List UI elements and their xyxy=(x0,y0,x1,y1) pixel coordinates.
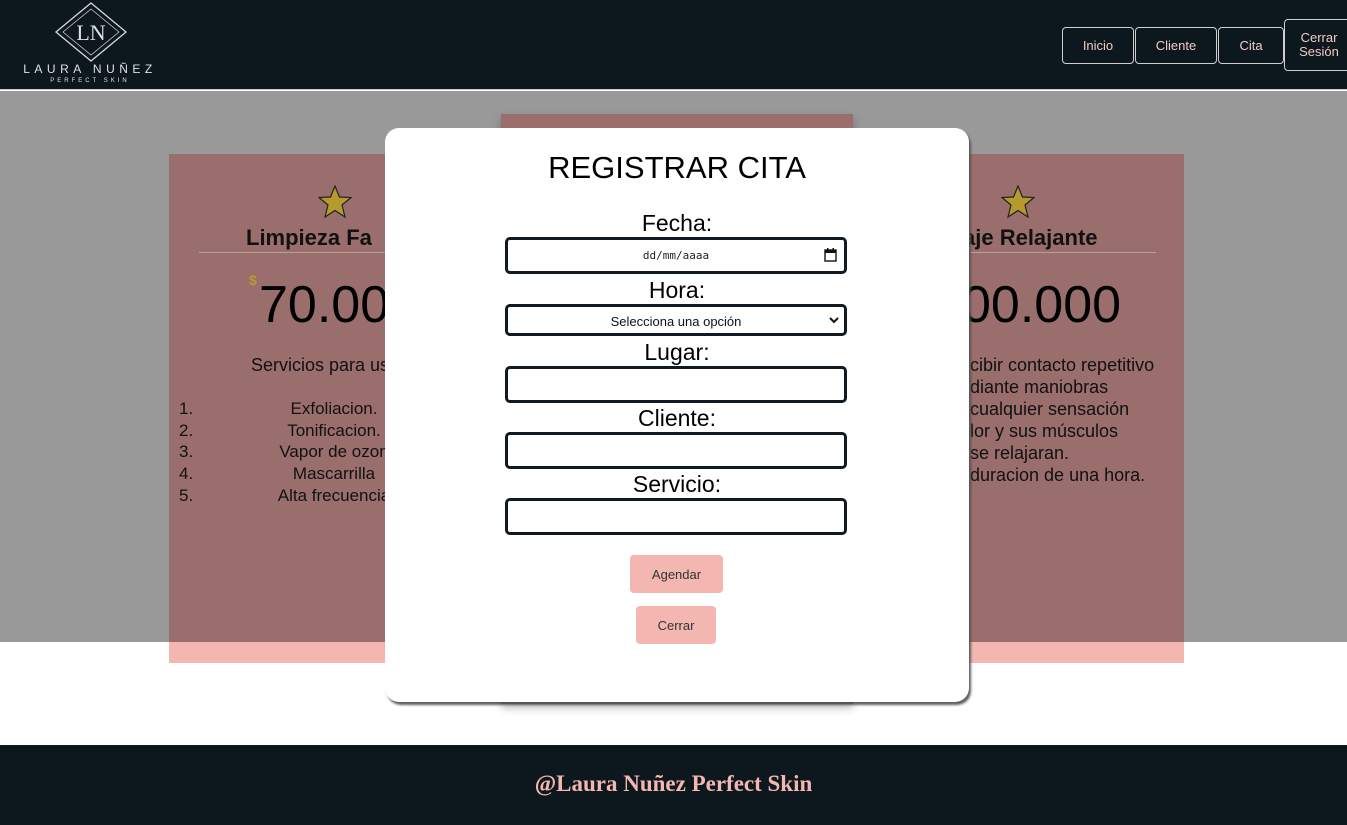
list-number: 2. xyxy=(179,421,194,440)
servicio-input[interactable] xyxy=(505,498,847,535)
card-description: Servicios para us xyxy=(251,355,390,375)
list-number: 3. xyxy=(179,442,194,461)
hora-select[interactable]: Selecciona una opción xyxy=(505,304,847,336)
lugar-label: Lugar: xyxy=(644,339,710,365)
list-number: 5. xyxy=(179,486,194,505)
nav-inicio-button[interactable]: Inicio xyxy=(1062,27,1134,64)
star-icon xyxy=(318,185,352,219)
nav-cita-button[interactable]: Cita xyxy=(1218,27,1284,64)
card-text-line: cualquier sensación xyxy=(970,399,1130,419)
card-price: 00.000 xyxy=(962,276,1122,334)
card-text-line: lor y sus músculos xyxy=(970,421,1119,441)
hora-label: Hora: xyxy=(648,277,706,303)
card-text-line: cibir contacto repetitivo xyxy=(970,355,1155,375)
card-title: Limpieza Fa xyxy=(246,225,372,250)
footer: @Laura Nuñez Perfect Skin xyxy=(0,745,1347,825)
agendar-button[interactable]: Agendar xyxy=(630,555,723,593)
card-divider xyxy=(199,252,385,253)
footer-text: @Laura Nuñez Perfect Skin xyxy=(534,771,813,796)
star-icon xyxy=(1001,185,1035,219)
servicio-label: Servicio: xyxy=(632,471,722,497)
fecha-date-input[interactable]: dd/mm/aaaa xyxy=(505,237,847,274)
chevron-down-icon xyxy=(829,317,839,324)
registrar-cita-modal: REGISTRAR CITA Fecha: dd/mm/aaaa Hora: S… xyxy=(385,128,969,702)
card-text-line: duracion de una hora. xyxy=(970,465,1146,485)
modal-title: REGISTRAR CITA xyxy=(548,150,806,185)
card-text-line: diante maniobras xyxy=(970,377,1109,397)
cliente-input[interactable] xyxy=(505,432,847,469)
cerrar-button[interactable]: Cerrar xyxy=(636,606,716,644)
cliente-label: Cliente: xyxy=(638,405,716,431)
fecha-placeholder: dd/mm/aaaa xyxy=(642,249,710,262)
card-text-line: se relajaran. xyxy=(970,443,1070,463)
currency-symbol: $ xyxy=(249,272,257,288)
list-number: 1. xyxy=(179,399,194,418)
hora-selected-value: Selecciona una opción xyxy=(610,314,742,329)
logo[interactable]: LN LAURA NUÑEZ PERFECT SKIN xyxy=(4,2,176,86)
list-number: 4. xyxy=(179,464,194,483)
header: LN LAURA NUÑEZ PERFECT SKIN Inicio Clien… xyxy=(0,0,1347,90)
calendar-icon[interactable] xyxy=(824,248,837,262)
card-title: aje Relajante xyxy=(963,225,1098,250)
nav-cliente-button[interactable]: Cliente xyxy=(1135,27,1217,64)
logo-subtitle: PERFECT SKIN xyxy=(50,78,130,84)
logo-monogram: LN xyxy=(76,20,105,45)
logo-emblem-icon: LN xyxy=(54,2,128,62)
card-price: 70.00 xyxy=(259,276,390,334)
fecha-label: Fecha: xyxy=(641,210,713,236)
logo-name: LAURA NUÑEZ xyxy=(23,62,157,76)
nav-cerrar-sesion-button[interactable]: Cerrar Sesión xyxy=(1284,19,1347,71)
lugar-input[interactable] xyxy=(505,366,847,403)
card-divider xyxy=(969,252,1156,253)
